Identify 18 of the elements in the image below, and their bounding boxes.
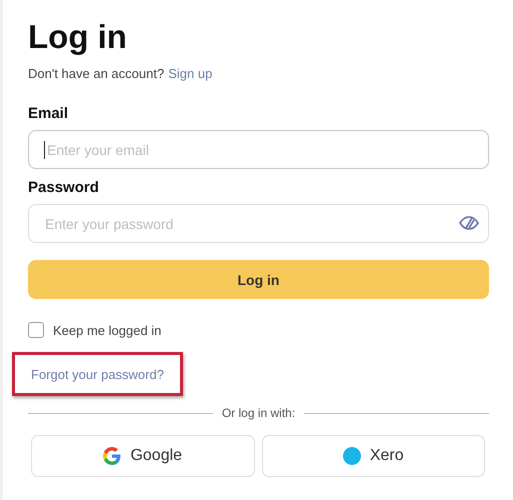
xero-logo-icon [342,447,361,465]
page-title: Log in [28,17,128,57]
checkbox-label: Keep me logged in [53,322,162,338]
provider-login-button[interactable]: Google [31,435,254,477]
eye-slash-icon[interactable] [459,216,479,230]
signup-prompt: Don't have an account? [28,66,164,81]
provider-login-button[interactable]: Xero [262,435,485,477]
password-field[interactable]: Enter your password [28,204,489,243]
forgot-password-link[interactable]: Forgot your password? [31,367,164,382]
login-button[interactable]: Log in [28,260,489,299]
signup-link[interactable]: Sign up [168,66,212,81]
divider-text: Or log in with: [222,406,296,420]
email-field[interactable]: Enter your email [28,130,489,169]
google-logo-icon [103,447,122,465]
field-label: Email [28,105,70,122]
field-label: Password [28,179,100,196]
keep-logged-in-checkbox[interactable] [28,322,44,338]
text-cursor [44,141,45,159]
